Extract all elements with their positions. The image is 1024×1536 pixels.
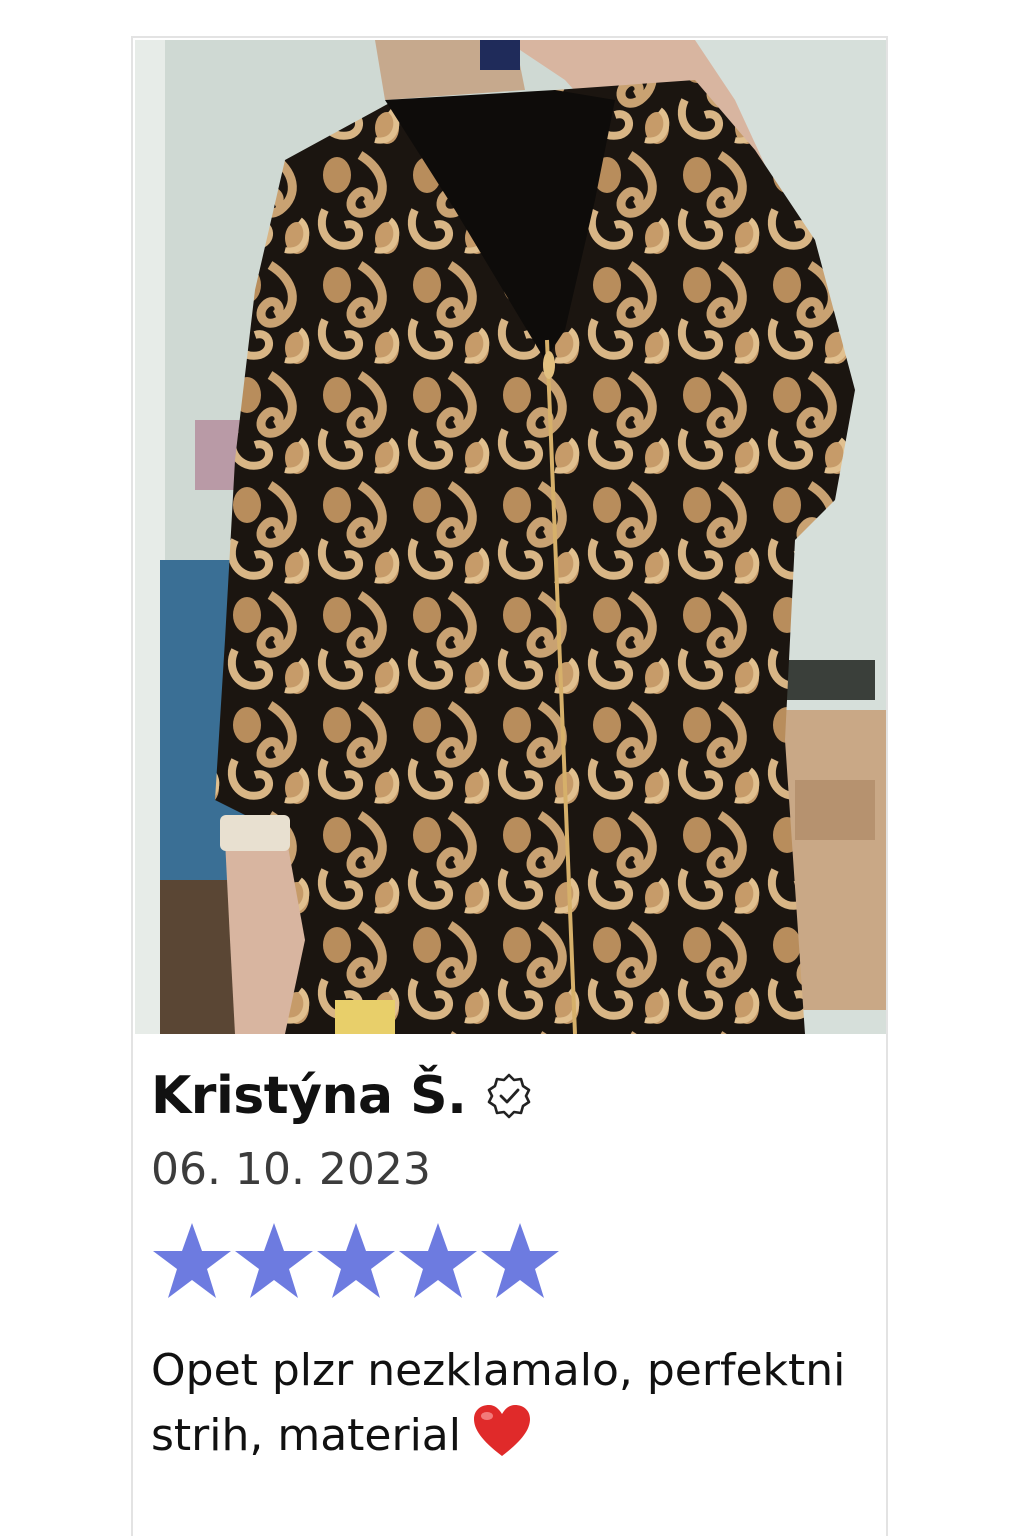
star-icon xyxy=(235,1223,313,1298)
review-photo[interactable] xyxy=(135,40,886,1034)
star-rating xyxy=(151,1220,868,1308)
star-icon xyxy=(481,1223,559,1298)
review-text-block: Opet plzr nezklamalo, perfektni strih, m… xyxy=(151,1340,868,1467)
review-card: Kristýna Š. 06. 10. 2023 Opet plzr nezkl… xyxy=(131,36,888,1536)
author-row: Kristýna Š. xyxy=(151,1058,868,1134)
heart-emoji-icon xyxy=(474,1405,530,1456)
star-icon xyxy=(153,1223,231,1298)
review-photo-graphic xyxy=(135,40,886,1034)
author-name: Kristýna Š. xyxy=(151,1066,467,1126)
review-date: 06. 10. 2023 xyxy=(151,1144,431,1195)
verified-badge-icon xyxy=(488,1073,531,1119)
review-info: Kristýna Š. 06. 10. 2023 Opet plzr nezkl… xyxy=(151,1058,868,1467)
star-icon xyxy=(399,1223,477,1298)
star-icon xyxy=(317,1223,395,1298)
